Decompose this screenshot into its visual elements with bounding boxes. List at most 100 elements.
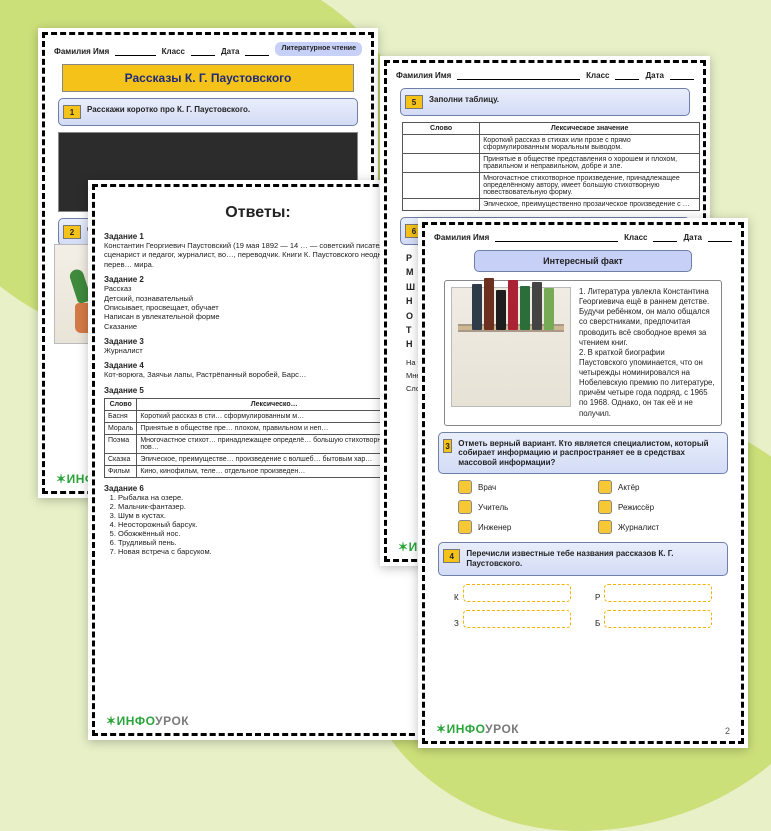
option-label: Врач xyxy=(478,483,496,492)
ans-1-text: Константин Георгиевич Паустовский (19 ма… xyxy=(104,241,412,269)
fact-text: 1. Литература увлекла Константина Георги… xyxy=(579,287,715,419)
hdr-date-label: Дата xyxy=(221,47,240,56)
ans-6-item: Неосторожный барсук. xyxy=(118,520,412,529)
hdr-name-line xyxy=(115,46,155,56)
worksheet-title: Рассказы К. Г. Паустовского xyxy=(62,64,354,92)
ans-5-heading: Задание 5 xyxy=(104,386,412,395)
ans-5-cell: Фильм xyxy=(105,465,137,477)
task-5-text: Заполни таблицу. xyxy=(429,95,499,105)
hdr-name-label: Фамилия Имя xyxy=(434,233,489,242)
checkbox-icon[interactable] xyxy=(458,500,472,514)
hdr-class-label: Класс xyxy=(162,47,185,56)
option-zhurnalist[interactable]: Журналист xyxy=(598,520,708,534)
task-3-options: Врач Актёр Учитель Режиссёр Инженер Журн… xyxy=(458,480,708,534)
ans-5-cell: Многочастное стихот… принадлежащее опред… xyxy=(137,434,412,453)
option-uchitel[interactable]: Учитель xyxy=(458,500,568,514)
t5-th: Лексическое значение xyxy=(480,123,700,135)
answers-title: Ответы: xyxy=(104,204,412,222)
ans-6-item: Рыбалка на озере. xyxy=(118,493,412,502)
task-1-number: 1 xyxy=(63,105,81,119)
ans-5-cell: Мораль xyxy=(105,422,137,434)
ans-2-line: Описывает, просвещает, обучает xyxy=(104,303,412,312)
option-vrach[interactable]: Врач xyxy=(458,480,568,494)
fill-prefix: К xyxy=(454,593,459,602)
fact-block: 1. Литература увлекла Константина Георги… xyxy=(444,280,722,426)
t5-cell[interactable] xyxy=(403,173,480,199)
task-3: 3 Отметь верный вариант. Кто является сп… xyxy=(438,432,728,475)
task-3-text: Отметь верный вариант. Кто является спец… xyxy=(458,439,721,468)
fill-r[interactable]: Р xyxy=(595,584,712,602)
logo-part2: УРОК xyxy=(485,722,519,736)
ans-2-line: Рассказ xyxy=(104,284,412,293)
t5-cell: Принятые в обществе представления о хоро… xyxy=(480,154,700,173)
ans-5-cell: Принятые в обществе пре… плохом, правиль… xyxy=(137,422,412,434)
ans-5-cell: Эпическое, преимуществе… произведение с … xyxy=(137,453,412,465)
option-akter[interactable]: Актёр xyxy=(598,480,708,494)
task-5-table: СловоЛексическое значение Короткий расск… xyxy=(402,122,700,211)
ans-2-line: Сказание xyxy=(104,322,412,331)
worksheet-page-2: Фамилия Имя Класс Дата Интересный факт 1… xyxy=(418,218,748,748)
ans-6-list: Рыбалка на озере. Мальчик-фантазер. Шум … xyxy=(118,493,412,556)
hdr-name-label: Фамилия Имя xyxy=(54,47,109,56)
checkbox-icon[interactable] xyxy=(598,520,612,534)
bookshelf-image xyxy=(451,287,571,407)
ans-2-line: Детский, познавательный xyxy=(104,294,412,303)
ans-5-cell: Поэма xyxy=(105,434,137,453)
t5-cell[interactable] xyxy=(403,154,480,173)
logo-part2: УРОК xyxy=(155,714,189,728)
option-label: Журналист xyxy=(618,523,659,532)
task-1-text: Расскажи коротко про К. Г. Паустовского. xyxy=(87,105,250,115)
ans-5-cell: Короткий рассказ в сти… сформулированным… xyxy=(137,410,412,422)
t5-cell: Короткий рассказ в стихах или прозе с пр… xyxy=(480,135,700,154)
hdr-class-line xyxy=(191,46,215,56)
ans-5-th: Слово xyxy=(105,398,137,410)
t5-cell[interactable] xyxy=(403,135,480,154)
ans-5-table: СловоЛексическо… БасняКороткий рассказ в… xyxy=(104,398,412,478)
fill-input[interactable] xyxy=(463,584,571,602)
fill-prefix: Р xyxy=(595,593,600,602)
fill-input[interactable] xyxy=(604,610,712,628)
checkbox-icon[interactable] xyxy=(598,500,612,514)
option-label: Актёр xyxy=(618,483,640,492)
ans-6-item: Трудливый пень. xyxy=(118,538,412,547)
task-1: 1 Расскажи коротко про К. Г. Паустовског… xyxy=(58,98,358,126)
ans-6-item: Мальчик-фантазер. xyxy=(118,502,412,511)
task-4-fill: К Р З Б xyxy=(454,584,712,628)
logo: ✶ИНФОУРОК xyxy=(436,722,519,736)
option-rezhisser[interactable]: Режиссёр xyxy=(598,500,708,514)
fill-k[interactable]: К xyxy=(454,584,571,602)
task-4-number: 4 xyxy=(443,549,460,563)
option-label: Режиссёр xyxy=(618,503,654,512)
fill-z[interactable]: З xyxy=(454,610,571,628)
ans-3-text: Журналист xyxy=(104,346,412,355)
ans-2-heading: Задание 2 xyxy=(104,275,412,284)
option-label: Учитель xyxy=(478,503,508,512)
fill-input[interactable] xyxy=(463,610,571,628)
checkbox-icon[interactable] xyxy=(458,480,472,494)
ans-2-text: Рассказ Детский, познавательный Описывае… xyxy=(104,284,412,331)
logo-part1: ИНФО xyxy=(117,714,156,728)
fill-input[interactable] xyxy=(604,584,712,602)
task-5: 5 Заполни таблицу. xyxy=(400,88,690,116)
hdr-class-label: Класс xyxy=(624,233,647,242)
t5-cell: Эпическое, преимущественно прозаическое … xyxy=(480,199,700,211)
hdr-date-line xyxy=(245,46,269,56)
worksheet-answers-page: Ответы: Задание 1 Константин Георгиевич … xyxy=(88,180,428,740)
fact-chip: Интересный факт xyxy=(474,250,692,272)
header-row: Фамилия Имя Класс Дата xyxy=(434,232,732,242)
t5-cell[interactable] xyxy=(403,199,480,211)
ans-5-cell: Кино, кинофильм, теле… отдельное произве… xyxy=(137,465,412,477)
ans-4-text: Кот-ворюга, Заячьи лапы, Растрёпанный во… xyxy=(104,370,412,379)
subject-chip: Литературное чтение xyxy=(275,42,362,56)
hdr-name-label: Фамилия Имя xyxy=(396,71,451,80)
fill-b[interactable]: Б xyxy=(595,610,712,628)
checkbox-icon[interactable] xyxy=(598,480,612,494)
ans-2-line: Написан в увлекательной форме xyxy=(104,312,412,321)
ans-5-cell: Басня xyxy=(105,410,137,422)
hdr-class-label: Класс xyxy=(586,71,609,80)
task-3-number: 3 xyxy=(443,439,452,453)
option-inzhener[interactable]: Инженер xyxy=(458,520,568,534)
t5-cell: Многочастное стихотворное произведение, … xyxy=(480,173,700,199)
task-4: 4 Перечисли известные тебе названия расс… xyxy=(438,542,728,575)
checkbox-icon[interactable] xyxy=(458,520,472,534)
